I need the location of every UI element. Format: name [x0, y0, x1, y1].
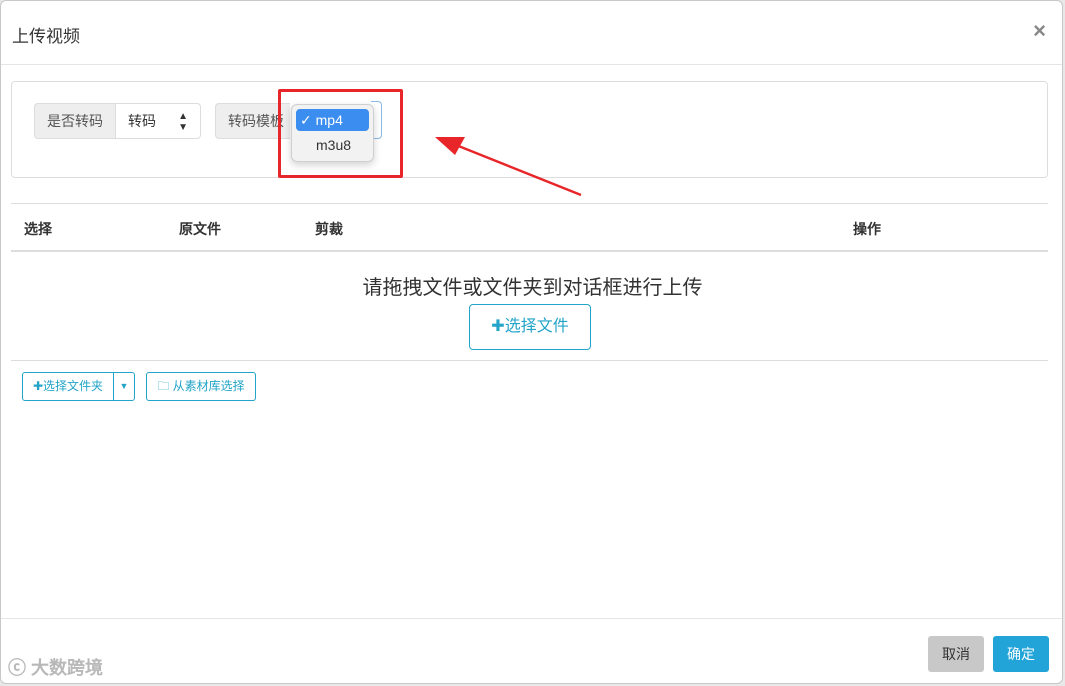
choose-file-label: 选择文件 [504, 318, 569, 335]
select-arrows-icon: ▲ ▼ [178, 111, 188, 133]
dialog-title: 上传视频 [12, 27, 80, 46]
choose-folder-button[interactable]: ✚选择文件夹 [22, 372, 114, 401]
column-actions: 操作 [853, 221, 881, 237]
cancel-button[interactable]: 取消 [928, 636, 984, 672]
upload-video-dialog: 上传视频 × 是否转码 转码 ▲ ▼ 转码模板 ✓ mp4 m3u8 选择 原文件 [0, 0, 1063, 684]
confirm-button[interactable]: 确定 [993, 636, 1049, 672]
divider [11, 360, 1048, 361]
column-select: 选择 [24, 221, 52, 237]
choose-file-button[interactable]: ✚选择文件 [469, 304, 591, 350]
transcode-label: 是否转码 [34, 103, 115, 139]
library-label: 从素材库选择 [172, 379, 245, 393]
column-crop: 剪裁 [315, 221, 343, 237]
plus-icon: ✚ [491, 318, 505, 335]
dropzone-text: 请拖拽文件或文件夹到对话框进行上传 [362, 277, 703, 299]
choose-folder-label: 选择文件夹 [43, 379, 104, 393]
plus-icon: ✚ [32, 379, 44, 393]
transcode-select[interactable]: 转码 ▲ ▼ [115, 103, 201, 139]
choose-folder-dropdown-toggle[interactable]: ▼ [113, 372, 135, 401]
watermark-text: 大数跨境 [31, 658, 104, 678]
footer-divider [1, 618, 1062, 619]
folder-icon: 🗀 [157, 379, 170, 393]
choose-from-library-button[interactable]: 🗀 从素材库选择 [146, 372, 256, 401]
annotation-highlight-box [278, 89, 403, 178]
watermark-logo: ⓒ 大数跨境 [8, 654, 103, 680]
annotation-arrow-icon [435, 137, 582, 197]
dialog-header: 上传视频 × [1, 1, 1062, 65]
column-original-file: 原文件 [179, 221, 221, 237]
close-icon[interactable]: × [1033, 19, 1046, 43]
transcode-select-value: 转码 [128, 113, 156, 129]
caret-down-icon: ▼ [119, 381, 129, 391]
file-table-header: 选择 原文件 剪裁 操作 [11, 203, 1048, 252]
watermark-icon: ⓒ [8, 658, 26, 678]
transcode-group: 是否转码 转码 ▲ ▼ [34, 103, 201, 139]
